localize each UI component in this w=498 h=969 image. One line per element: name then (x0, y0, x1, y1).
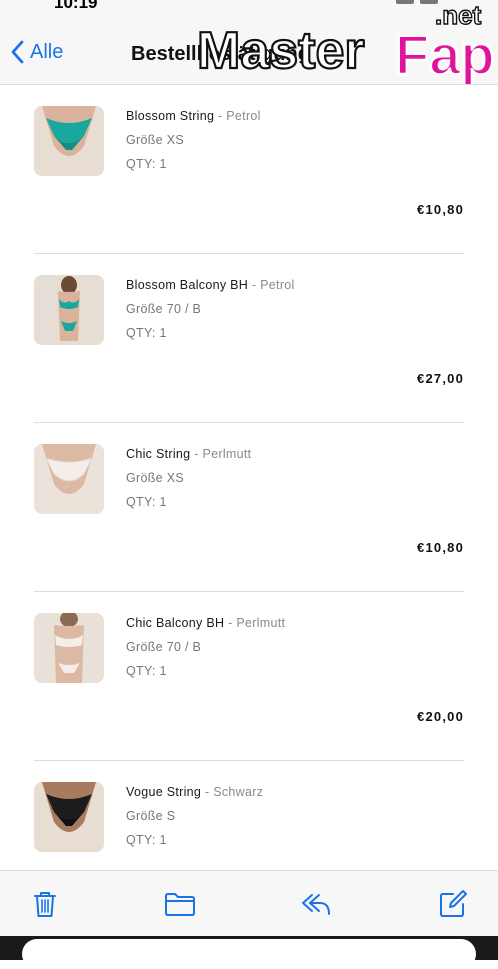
item-name-line: Vogue String - Schwarz (126, 785, 263, 803)
item-name: Vogue String (126, 785, 202, 799)
product-image (34, 106, 104, 176)
back-label: Alle (30, 40, 64, 63)
item-price: €10,80 (417, 202, 464, 217)
reply-button[interactable] (300, 889, 330, 919)
product-image (34, 275, 104, 345)
order-item[interactable]: Chic String - Perlmutt Größe XS QTY: 1 €… (34, 423, 464, 592)
item-variant: Perlmutt (236, 616, 286, 630)
item-size: Größe 70 / B (126, 640, 202, 654)
item-qty: QTY: 1 (126, 833, 167, 847)
move-to-folder-button[interactable] (164, 889, 195, 919)
item-info: Blossom String - Petrol Größe XS QTY: 1 (126, 109, 261, 175)
product-image (34, 782, 104, 852)
item-price: €20,00 (417, 709, 464, 724)
item-info: Chic Balcony BH - Perlmutt Größe 70 / B … (126, 616, 285, 682)
product-image (34, 613, 104, 683)
back-button[interactable]: Alle (10, 40, 63, 64)
product-image (34, 444, 104, 514)
order-item[interactable]: Blossom Balcony BH - Petrol Größe 70 / B… (34, 254, 464, 423)
item-qty: QTY: 1 (126, 664, 167, 678)
order-item[interactable]: Blossom String - Petrol Größe XS QTY: 1 … (34, 85, 464, 254)
item-variant: Schwarz (213, 785, 264, 799)
chevron-left-icon (11, 40, 24, 64)
trash-icon (34, 892, 56, 917)
order-item[interactable]: Vogue String - Schwarz Größe S QTY: 1 (34, 761, 464, 870)
item-price: €10,80 (417, 540, 464, 555)
svg-text:Master: Master (197, 22, 365, 80)
item-variant: Petrol (226, 109, 261, 123)
item-size: Größe 70 / B (126, 302, 202, 316)
item-qty: QTY: 1 (126, 157, 167, 171)
item-name-line: Chic String - Perlmutt (126, 447, 251, 465)
item-qty: QTY: 1 (126, 495, 167, 509)
item-info: Vogue String - Schwarz Größe S QTY: 1 (126, 785, 263, 851)
watermark-logo: Master Fap .net (195, 0, 498, 84)
status-time: 10:19 (54, 0, 98, 12)
compose-icon (440, 890, 467, 917)
item-name: Chic String (126, 447, 191, 461)
item-qty: QTY: 1 (126, 326, 167, 340)
item-variant: Perlmutt (202, 447, 252, 461)
item-variant-sep: - (251, 278, 261, 292)
item-variant-sep: - (204, 785, 214, 799)
item-size: Größe XS (126, 471, 184, 485)
item-name: Blossom String (126, 109, 215, 123)
item-name-line: Blossom Balcony BH - Petrol (126, 278, 295, 296)
item-size: Größe XS (126, 133, 184, 147)
item-size: Größe S (126, 809, 176, 823)
svg-text:.net: .net (435, 0, 482, 30)
item-name-line: Chic Balcony BH - Perlmutt (126, 616, 285, 634)
item-name: Blossom Balcony BH (126, 278, 249, 292)
order-item[interactable]: Chic Balcony BH - Perlmutt Größe 70 / B … (34, 592, 464, 761)
item-price: €27,00 (417, 371, 464, 386)
item-variant: Petrol (260, 278, 295, 292)
item-name: Chic Balcony BH (126, 616, 225, 630)
item-info: Chic String - Perlmutt Größe XS QTY: 1 (126, 447, 251, 513)
bottom-toolbar (0, 870, 498, 937)
delete-button[interactable] (30, 889, 60, 919)
reply-icon (302, 894, 330, 915)
next-sheet-peek (22, 939, 476, 969)
home-indicator-area (0, 936, 498, 969)
compose-button[interactable] (438, 889, 468, 919)
item-info: Blossom Balcony BH - Petrol Größe 70 / B… (126, 278, 295, 344)
svg-text:Fap: Fap (395, 23, 495, 84)
folder-icon (165, 893, 195, 916)
item-name-line: Blossom String - Petrol (126, 109, 261, 127)
order-items-list[interactable]: Blossom String - Petrol Größe XS QTY: 1 … (0, 85, 498, 870)
